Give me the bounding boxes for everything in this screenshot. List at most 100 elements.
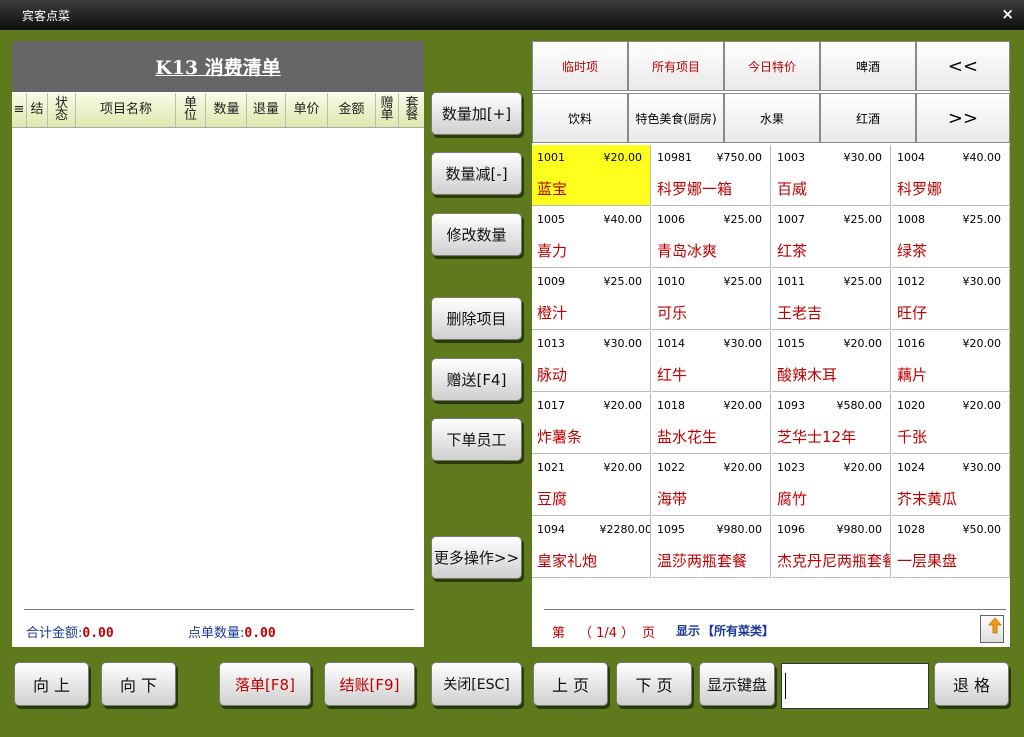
menu-item[interactable]: 1015 ¥20.00 酸辣木耳 bbox=[772, 331, 891, 392]
menu-panel: 临时项 所有项目 今日特价 啤酒 << 饮料 特色美食(厨房) 水果 红酒 >>… bbox=[532, 41, 1010, 647]
total-amount: 合计金额:0.00 bbox=[26, 626, 114, 641]
menu-item[interactable]: 1020 ¥20.00 千张 bbox=[892, 393, 1010, 454]
backspace-button[interactable]: 退 格 bbox=[934, 662, 1009, 706]
category-fruit[interactable]: 水果 bbox=[724, 93, 820, 143]
menu-item[interactable]: 1095 ¥980.00 温莎两瓶套餐 bbox=[652, 517, 771, 578]
col-unit-price: 单价 bbox=[286, 93, 328, 127]
pager-ye: 页 bbox=[642, 626, 656, 641]
menu-item[interactable]: 1022 ¥20.00 海带 bbox=[652, 455, 771, 516]
menu-item[interactable]: 1094 ¥2280.00 皇家礼炮 bbox=[532, 517, 651, 578]
item-code: 1022 bbox=[657, 461, 685, 474]
item-name: 青岛冰爽 bbox=[657, 242, 718, 260]
menu-item[interactable]: 1014 ¥30.00 红牛 bbox=[652, 331, 771, 392]
category-all[interactable]: 所有项目 bbox=[628, 41, 724, 91]
item-name: 脉动 bbox=[537, 366, 568, 384]
menu-item[interactable]: 1001 ¥20.00 蓝宝 bbox=[532, 145, 651, 206]
item-name: 绿茶 bbox=[897, 242, 928, 260]
item-code: 1011 bbox=[777, 275, 805, 288]
show-keyboard-button[interactable]: 显示键盘 bbox=[699, 662, 775, 706]
category-temp[interactable]: 临时项 bbox=[532, 41, 628, 91]
item-price: ¥40.00 bbox=[603, 213, 643, 226]
category-beer[interactable]: 啤酒 bbox=[820, 41, 916, 91]
item-price: ¥25.00 bbox=[723, 275, 763, 288]
menu-item[interactable]: 1013 ¥30.00 脉动 bbox=[532, 331, 651, 392]
search-input[interactable] bbox=[781, 663, 929, 709]
item-code: 1010 bbox=[657, 275, 685, 288]
col-menu-icon[interactable]: ≡ bbox=[12, 93, 27, 127]
pager: 第 （ 1/4 ） 页 显示 【所有菜类】 bbox=[544, 609, 1006, 641]
item-name: 蓝宝 bbox=[537, 180, 568, 198]
category-next-icon[interactable]: >> bbox=[916, 93, 1010, 143]
category-special[interactable]: 今日特价 bbox=[724, 41, 820, 91]
menu-item[interactable]: 1028 ¥50.00 一层果盘 bbox=[892, 517, 1010, 578]
order-header: K13 消费清单 bbox=[12, 41, 424, 92]
item-name: 藕片 bbox=[897, 366, 928, 384]
close-button[interactable]: 关闭[ESC] bbox=[431, 662, 522, 706]
item-price: ¥20.00 bbox=[603, 151, 643, 164]
menu-item[interactable]: 1016 ¥20.00 藕片 bbox=[892, 331, 1010, 392]
item-price: ¥25.00 bbox=[843, 213, 883, 226]
menu-item[interactable]: 1003 ¥30.00 百威 bbox=[772, 145, 891, 206]
order-column-header: ≡ 结 状态 项目名称 单位 数量 退量 单价 金额 赠单 套餐 bbox=[12, 93, 424, 128]
menu-item[interactable]: 1006 ¥25.00 青岛冰爽 bbox=[652, 207, 771, 268]
menu-item[interactable]: 1005 ¥40.00 喜力 bbox=[532, 207, 651, 268]
menu-item[interactable]: 1004 ¥40.00 科罗娜 bbox=[892, 145, 1010, 206]
qty-edit-button[interactable]: 修改数量 bbox=[431, 213, 522, 256]
scroll-down-button[interactable]: 向 下 bbox=[101, 662, 176, 706]
item-price: ¥20.00 bbox=[962, 337, 1002, 350]
item-code: 1015 bbox=[777, 337, 805, 350]
menu-item[interactable]: 1008 ¥25.00 绿茶 bbox=[892, 207, 1010, 268]
menu-item[interactable]: 1024 ¥30.00 芥末黄瓜 bbox=[892, 455, 1010, 516]
item-name: 千张 bbox=[897, 428, 928, 446]
menu-item[interactable]: 1011 ¥25.00 王老吉 bbox=[772, 269, 891, 330]
item-name: 喜力 bbox=[537, 242, 568, 260]
close-icon[interactable]: × bbox=[1001, 5, 1014, 23]
menu-item[interactable]: 1017 ¥20.00 炸薯条 bbox=[532, 393, 651, 454]
more-actions-button[interactable]: 更多操作>> bbox=[431, 536, 522, 579]
qty-minus-button[interactable]: 数量减[-] bbox=[431, 152, 522, 195]
menu-item[interactable]: 1021 ¥20.00 豆腐 bbox=[532, 455, 651, 516]
item-price: ¥20.00 bbox=[962, 399, 1002, 412]
category-prev-icon[interactable]: << bbox=[916, 41, 1010, 91]
item-price: ¥580.00 bbox=[836, 399, 883, 412]
item-name: 芝华士12年 bbox=[777, 428, 857, 446]
scroll-up-button[interactable]: 向 上 bbox=[14, 662, 89, 706]
item-code: 1024 bbox=[897, 461, 925, 474]
menu-item[interactable]: 1018 ¥20.00 盐水花生 bbox=[652, 393, 771, 454]
upload-icon[interactable] bbox=[980, 615, 1004, 643]
item-code: 1016 bbox=[897, 337, 925, 350]
menu-item[interactable]: 1012 ¥30.00 旺仔 bbox=[892, 269, 1010, 330]
main-window: 宾客点菜 × K13 消费清单 ≡ 结 状态 项目名称 单位 数量 退量 单价 … bbox=[0, 0, 1024, 737]
menu-item[interactable]: 1023 ¥20.00 腐竹 bbox=[772, 455, 891, 516]
menu-item[interactable]: 1010 ¥25.00 可乐 bbox=[652, 269, 771, 330]
col-unit: 单位 bbox=[176, 93, 206, 127]
category-red-wine[interactable]: 红酒 bbox=[820, 93, 916, 143]
category-kitchen[interactable]: 特色美食(厨房) bbox=[628, 93, 724, 143]
item-name: 盐水花生 bbox=[657, 428, 718, 446]
gift-button[interactable]: 赠送[F4] bbox=[431, 358, 522, 401]
item-price: ¥20.00 bbox=[723, 399, 763, 412]
delete-item-button[interactable]: 删除项目 bbox=[431, 297, 522, 340]
item-name: 皇家礼炮 bbox=[537, 552, 598, 570]
menu-item[interactable]: 1009 ¥25.00 橙汁 bbox=[532, 269, 651, 330]
item-code: 1020 bbox=[897, 399, 925, 412]
item-price: ¥30.00 bbox=[962, 461, 1002, 474]
qty-plus-button[interactable]: 数量加[+] bbox=[431, 92, 522, 135]
next-page-button[interactable]: 下 页 bbox=[616, 662, 692, 706]
prev-page-button[interactable]: 上 页 bbox=[533, 662, 608, 706]
item-name: 腐竹 bbox=[777, 490, 808, 508]
order-staff-button[interactable]: 下单员工 bbox=[431, 418, 522, 461]
item-price: ¥20.00 bbox=[843, 461, 883, 474]
place-order-button[interactable]: 落单[F8] bbox=[219, 662, 311, 706]
menu-item[interactable]: 10981 ¥750.00 科罗娜一箱 bbox=[652, 145, 771, 206]
item-name: 酸辣木耳 bbox=[777, 366, 838, 384]
menu-item[interactable]: 1007 ¥25.00 红茶 bbox=[772, 207, 891, 268]
checkout-button[interactable]: 结账[F9] bbox=[324, 662, 415, 706]
item-name: 温莎两瓶套餐 bbox=[657, 552, 748, 570]
item-price: ¥20.00 bbox=[723, 461, 763, 474]
show-value[interactable]: 【所有菜类】 bbox=[702, 622, 774, 639]
item-name: 豆腐 bbox=[537, 490, 568, 508]
menu-item[interactable]: 1096 ¥980.00 杰克丹尼两瓶套餐 bbox=[772, 517, 891, 578]
category-drinks[interactable]: 饮料 bbox=[532, 93, 628, 143]
menu-item[interactable]: 1093 ¥580.00 芝华士12年 bbox=[772, 393, 891, 454]
